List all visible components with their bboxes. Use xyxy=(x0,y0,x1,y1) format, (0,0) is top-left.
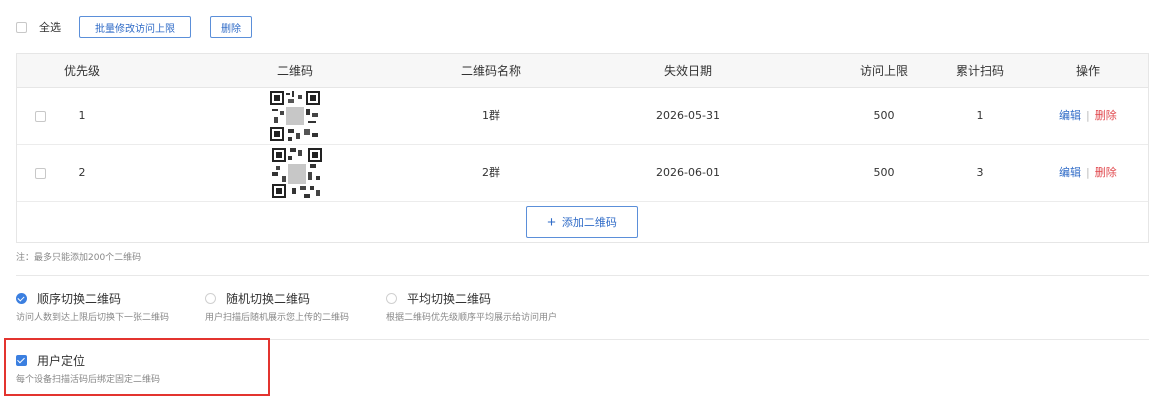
cell-priority: 1 xyxy=(78,109,86,122)
user-locate-desc: 每个设备扫描活码后绑定固定二维码 xyxy=(16,375,161,385)
divider xyxy=(16,275,1149,276)
mode-title: 随机切换二维码 xyxy=(226,291,311,306)
add-qrcode-label: 添加二维码 xyxy=(561,217,617,229)
table-row: 1 1群 2026-05-31 500 1 编辑 | 删除 xyxy=(17,88,1148,145)
action-separator: | xyxy=(1086,109,1090,122)
batch-delete-button[interactable]: 删除 xyxy=(210,16,252,38)
qrcode-image xyxy=(270,91,320,141)
delete-link[interactable]: 删除 xyxy=(1095,166,1117,179)
mode-desc: 访问人数到达上限后切换下一张二维码 xyxy=(16,313,170,323)
radio-unchecked-icon[interactable] xyxy=(386,292,397,304)
cell-priority: 2 xyxy=(78,166,86,179)
qrcode-image xyxy=(272,148,322,198)
row-actions: 编辑 | 删除 xyxy=(1059,145,1117,201)
cell-expiry: 2026-06-01 xyxy=(656,166,720,179)
header-priority: 优先级 xyxy=(63,64,101,78)
checkbox-checked-icon[interactable] xyxy=(16,354,27,366)
row-checkbox[interactable] xyxy=(35,111,46,122)
user-locate-title: 用户定位 xyxy=(37,353,86,368)
header-qrcode: 二维码 xyxy=(276,64,314,78)
add-qrcode-button[interactable]: + 添加二维码 xyxy=(526,206,638,238)
limit-note: 注：最多只能添加200个二维码 xyxy=(16,253,142,263)
cell-expiry: 2026-05-31 xyxy=(656,109,720,122)
plus-icon: + xyxy=(547,213,556,231)
action-separator: | xyxy=(1086,166,1090,179)
cell-scans: 3 xyxy=(976,166,984,179)
row-checkbox[interactable] xyxy=(35,168,46,179)
header-name: 二维码名称 xyxy=(460,64,522,78)
select-all-label: 全选 xyxy=(39,21,61,34)
mode-desc: 根据二维码优先级顺序平均展示给访问用户 xyxy=(386,313,558,323)
mode-desc: 用户扫描后随机展示您上传的二维码 xyxy=(205,313,350,323)
delete-link[interactable]: 删除 xyxy=(1095,109,1117,122)
table-row: 2 2群 2026-06-01 500 3 编辑 | 删除 xyxy=(17,145,1148,202)
edit-link[interactable]: 编辑 xyxy=(1059,109,1081,122)
table-header: 优先级 二维码 二维码名称 失效日期 访问上限 累计扫码 操作 xyxy=(17,54,1148,88)
cell-limit: 500 xyxy=(873,166,895,179)
header-actions: 操作 xyxy=(1075,64,1101,78)
user-locate-option[interactable]: 用户定位 每个设备扫描活码后绑定固定二维码 xyxy=(16,352,160,385)
radio-checked-icon[interactable] xyxy=(16,292,27,304)
mode-title: 顺序切换二维码 xyxy=(37,291,122,306)
radio-unchecked-icon[interactable] xyxy=(205,292,216,304)
toolbar: 全选 批量修改访问上限 删除 xyxy=(16,15,252,39)
cell-name: 1群 xyxy=(482,109,500,122)
mode-option-average[interactable]: 平均切换二维码 根据二维码优先级顺序平均展示给访问用户 xyxy=(386,290,557,323)
mode-option-random[interactable]: 随机切换二维码 用户扫描后随机展示您上传的二维码 xyxy=(205,290,349,323)
header-limit: 访问上限 xyxy=(859,64,909,78)
cell-scans: 1 xyxy=(976,109,984,122)
select-all-checkbox[interactable] xyxy=(16,21,27,33)
batch-edit-limit-button[interactable]: 批量修改访问上限 xyxy=(79,16,191,38)
row-actions: 编辑 | 删除 xyxy=(1059,88,1117,144)
mode-title: 平均切换二维码 xyxy=(407,291,492,306)
header-scans: 累计扫码 xyxy=(955,64,1005,78)
mode-option-sequential[interactable]: 顺序切换二维码 访问人数到达上限后切换下一张二维码 xyxy=(16,290,169,323)
cell-name: 2群 xyxy=(482,166,500,179)
cell-limit: 500 xyxy=(873,109,895,122)
header-expiry: 失效日期 xyxy=(663,64,713,78)
edit-link[interactable]: 编辑 xyxy=(1059,166,1081,179)
